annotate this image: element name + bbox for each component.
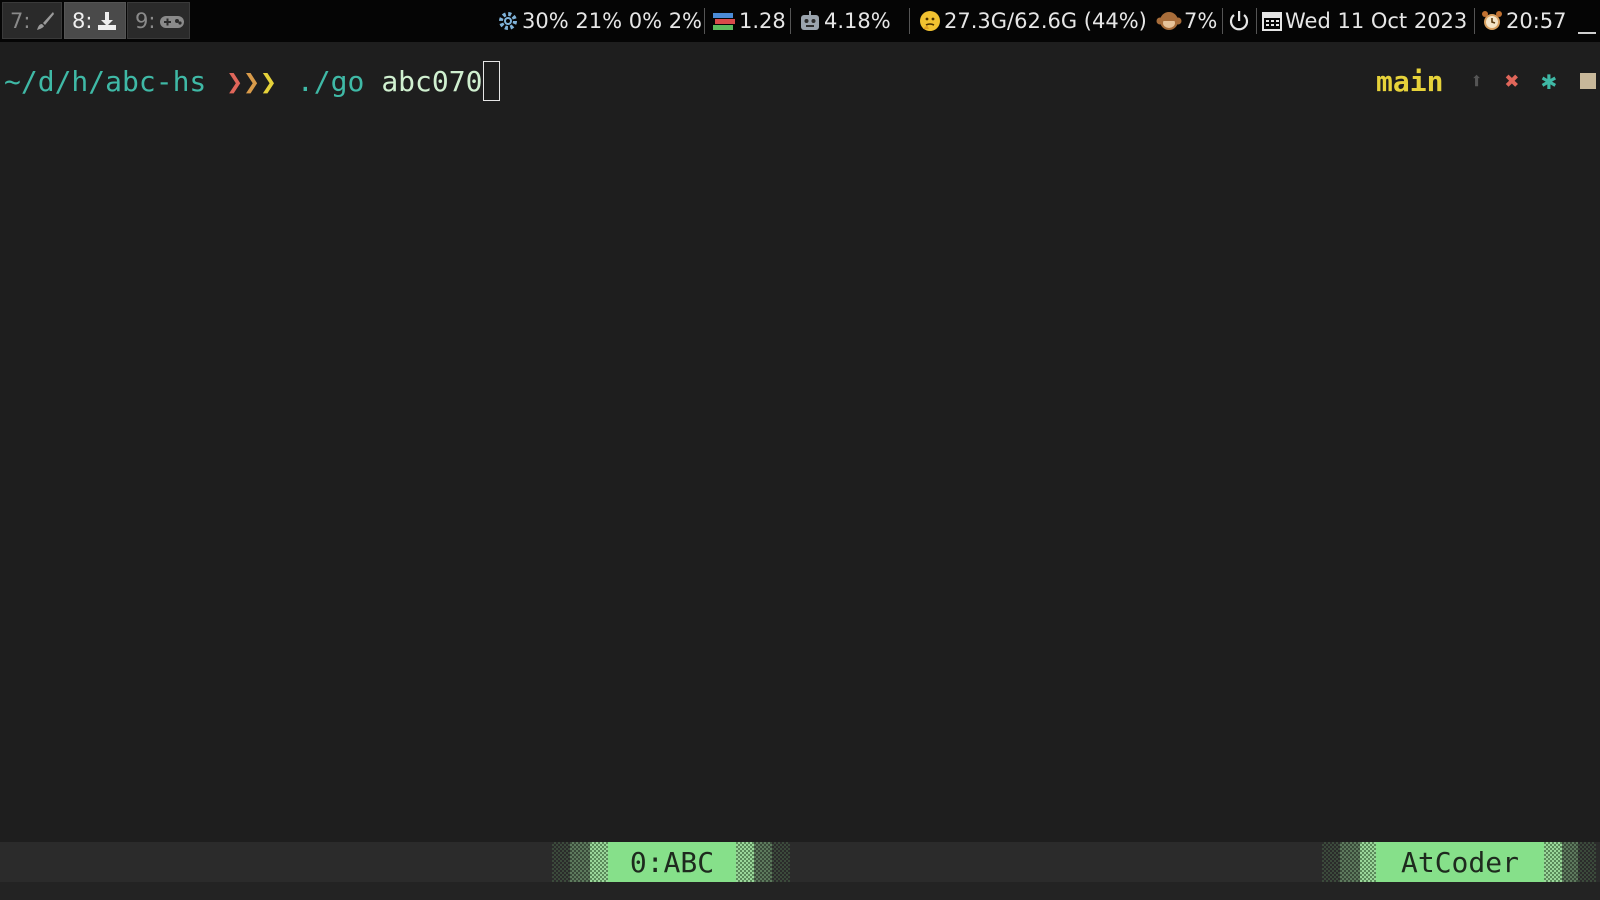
paintbrush-icon (34, 10, 56, 32)
tmux-window-label: 0:ABC (629, 845, 715, 879)
tmux-session-label: AtCoder (1400, 845, 1519, 879)
workspace-number: 8: (72, 8, 93, 33)
tmux-session-tab[interactable]: AtCoder (1376, 842, 1544, 882)
tab-edge-decoration (552, 842, 570, 882)
workspace-number: 9: (135, 8, 156, 33)
bottom-strip (0, 882, 1600, 900)
workspace-number: 7: (10, 8, 31, 33)
gpu-usage: 4.18% (824, 9, 891, 33)
workspace-9[interactable]: 9: (127, 2, 190, 39)
session-edge-decoration (1360, 842, 1376, 882)
power-widget[interactable] (1228, 0, 1252, 42)
gamepad-icon (159, 10, 185, 32)
tray-handle[interactable] (1578, 32, 1596, 34)
clock-widget: 20:57 (1480, 0, 1567, 42)
separator (1474, 8, 1475, 34)
date-widget: Wed 11 Oct 2023 (1261, 0, 1467, 42)
volume-widget: 7% (1156, 0, 1217, 42)
tmux-window-tab[interactable]: 0:ABC (608, 842, 736, 882)
robot-icon (798, 10, 822, 32)
thinking-face-icon (918, 9, 942, 33)
gear-icon (496, 9, 520, 33)
tmux-status-bar: 0:ABC AtCoder (0, 842, 1600, 882)
cpu-usage: 30% 21% 0% 2% (522, 9, 703, 33)
calendar-icon (1261, 10, 1283, 32)
session-edge-decoration (1322, 842, 1340, 882)
git-untracked-icon (1580, 73, 1596, 89)
alarm-clock-icon (1480, 9, 1504, 33)
load-widget: 1.28 (711, 0, 786, 42)
monkey-icon (1156, 9, 1182, 33)
power-icon[interactable] (1228, 10, 1250, 32)
git-branch: main (1376, 64, 1444, 98)
session-edge-decoration (1544, 842, 1562, 882)
separator (1256, 8, 1257, 34)
git-ahead-icon: ⬆ (1470, 68, 1484, 94)
memory-usage: 27.3G/62.6G (44%) (944, 9, 1147, 33)
workspace-7[interactable]: 7: (2, 2, 62, 39)
load-average: 1.28 (739, 9, 786, 33)
date-text: Wed 11 Oct 2023 (1285, 9, 1468, 33)
workspace-8[interactable]: 8: (64, 2, 126, 39)
memory-widget: 27.3G/62.6G (44%) (918, 0, 1147, 42)
time-text: 20:57 (1506, 9, 1567, 33)
git-status: main ⬆ ✖ ✱ (0, 60, 1600, 102)
session-edge-decoration (1562, 842, 1578, 882)
separator (1222, 8, 1223, 34)
git-deleted-icon: ✖ (1505, 67, 1520, 95)
separator (704, 8, 705, 34)
tab-edge-decoration (772, 842, 790, 882)
books-icon (711, 10, 737, 32)
download-icon (96, 10, 118, 32)
git-modified-icon: ✱ (1541, 66, 1557, 96)
tab-edge-decoration (736, 842, 754, 882)
volume-level: 7% (1184, 9, 1218, 33)
terminal-window[interactable]: ~/d/h/abc-hs ❯ ❯ ❯ ./go abc070 main ⬆ ✖ … (0, 42, 1600, 842)
gpu-widget: 4.18% (798, 0, 891, 42)
session-edge-decoration (1578, 842, 1596, 882)
separator (909, 8, 910, 34)
separator (790, 8, 791, 34)
session-edge-decoration (1340, 842, 1360, 882)
top-status-bar: 7: 8: 9: 30% 21% 0% 2% 1.28 4.18% 27.3G/… (0, 0, 1600, 42)
tab-edge-decoration (754, 842, 772, 882)
tab-edge-decoration (570, 842, 590, 882)
tab-edge-decoration (590, 842, 608, 882)
cpu-widget: 30% 21% 0% 2% (496, 0, 702, 42)
